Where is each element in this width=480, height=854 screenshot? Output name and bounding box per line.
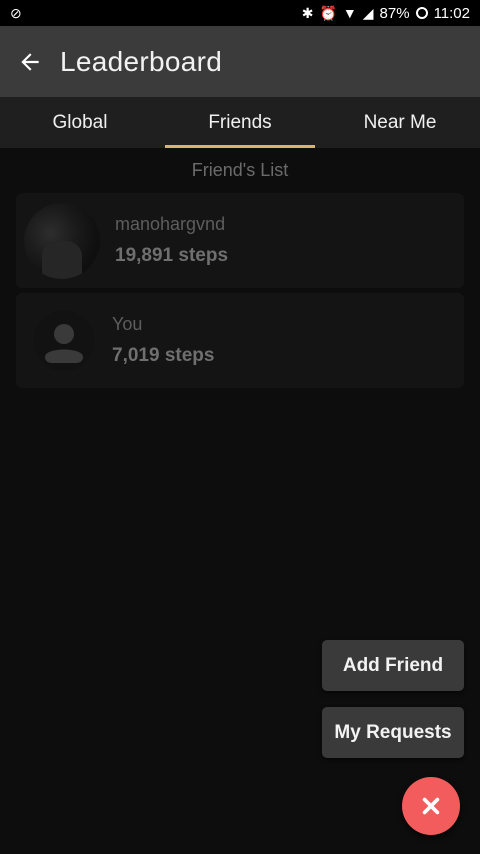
tab-friends[interactable]: Friends	[160, 97, 320, 148]
person-placeholder-icon	[34, 310, 94, 371]
alarm-icon: ⏰	[319, 4, 337, 21]
back-button[interactable]	[0, 26, 60, 97]
battery-icon	[415, 7, 428, 19]
tab-global[interactable]: Global	[0, 97, 160, 148]
my-requests-button[interactable]: My Requests	[322, 707, 464, 758]
close-icon	[422, 797, 440, 815]
friend-card[interactable]: You 7,019 steps	[16, 293, 464, 388]
battery-level: 87%	[379, 4, 410, 22]
status-bar: ⊘ ✱ ⏰ ▼ ◢ 87% 11:02	[0, 0, 480, 26]
section-caption: Friend's List	[191, 160, 289, 180]
close-fab-button[interactable]	[402, 777, 460, 835]
avatar	[24, 202, 100, 279]
clock: 11:02	[433, 4, 470, 22]
wifi-icon: ▼	[342, 5, 357, 21]
signal-icon: ◢	[362, 4, 374, 21]
friend-name: You	[112, 314, 143, 334]
app-bar: Leaderboard	[0, 26, 480, 97]
bluetooth-icon: ✱	[301, 4, 314, 21]
page-title: Leaderboard	[60, 45, 223, 77]
friend-steps: 19,891 steps	[115, 245, 229, 266]
friend-card[interactable]: manohargvnd 19,891 steps	[16, 193, 464, 288]
tab-bar: Global Friends Near Me	[0, 97, 480, 148]
friend-name: manohargvnd	[115, 214, 226, 234]
arrow-left-icon	[21, 52, 39, 71]
link-icon: ⊘	[10, 4, 22, 21]
friend-steps: 7,019 steps	[112, 345, 215, 366]
status-icons: ✱ ⏰ ▼ ◢ 87% 11:02	[302, 5, 470, 22]
add-friend-button[interactable]: Add Friend	[322, 640, 464, 691]
tab-near-me[interactable]: Near Me	[320, 97, 480, 148]
